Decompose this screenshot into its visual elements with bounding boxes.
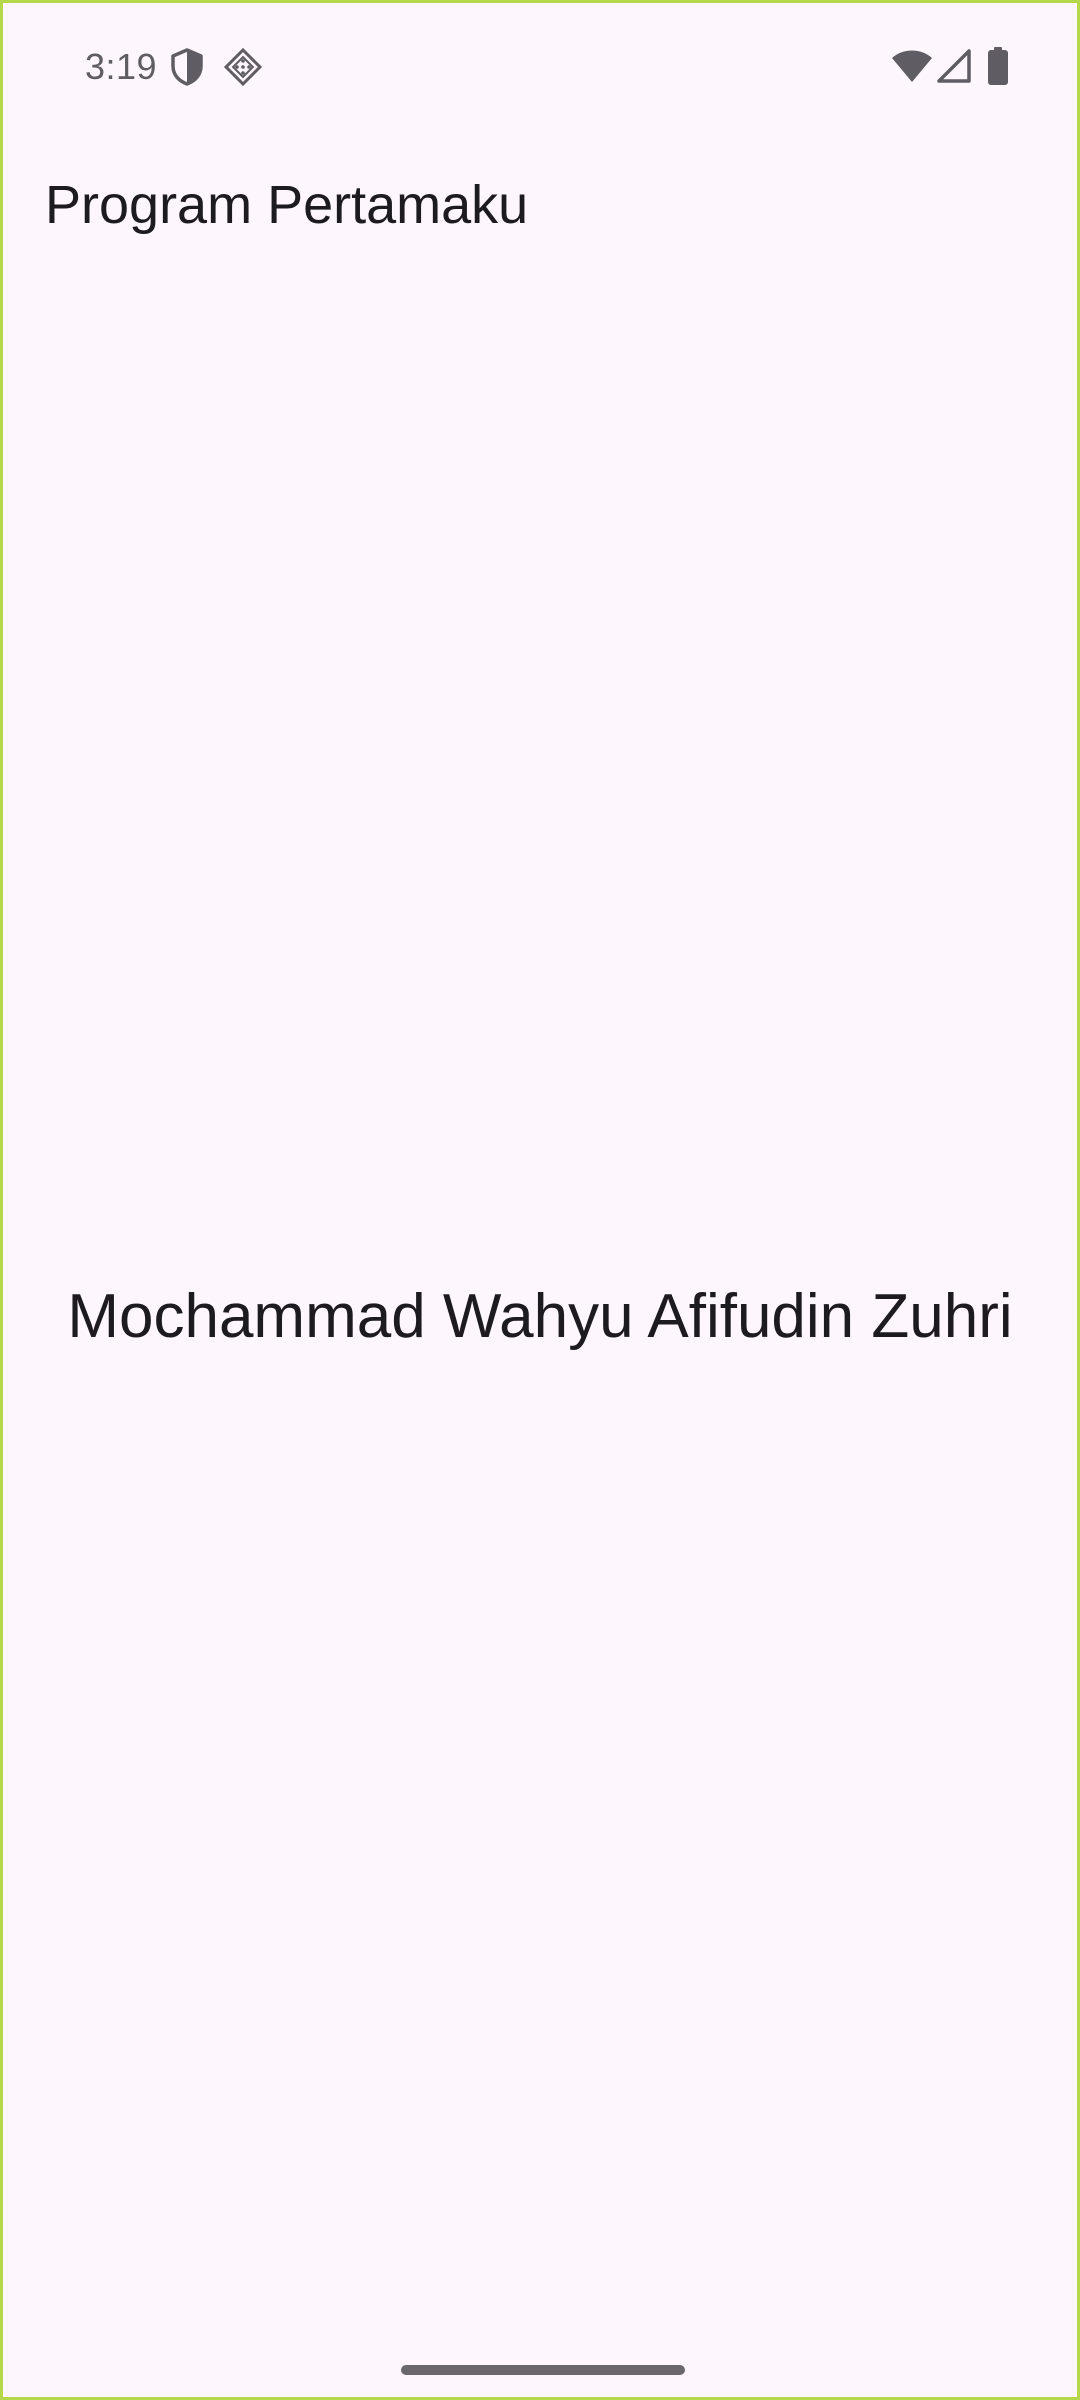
name-text: Mochammad Wahyu Afifudin Zuhri <box>67 1282 1013 1351</box>
signal-icon <box>937 49 971 83</box>
wifi-icon <box>892 50 932 82</box>
status-time: 3:19 <box>85 46 158 87</box>
main-content: Mochammad Wahyu Afifudin Zuhri <box>3 275 1077 2315</box>
shield-icon <box>171 48 203 86</box>
phone-screen: 3:19 Program Pertamaku Mochammad Wahyu A… <box>0 0 1080 2400</box>
battery-icon <box>988 47 1008 85</box>
app-bar: Program Pertamaku <box>3 131 1077 275</box>
status-bar: 3:19 <box>3 3 1077 131</box>
app-title: Program Pertamaku <box>45 175 529 235</box>
diamond-icon <box>223 47 263 87</box>
gesture-nav-handle[interactable] <box>401 2365 685 2375</box>
